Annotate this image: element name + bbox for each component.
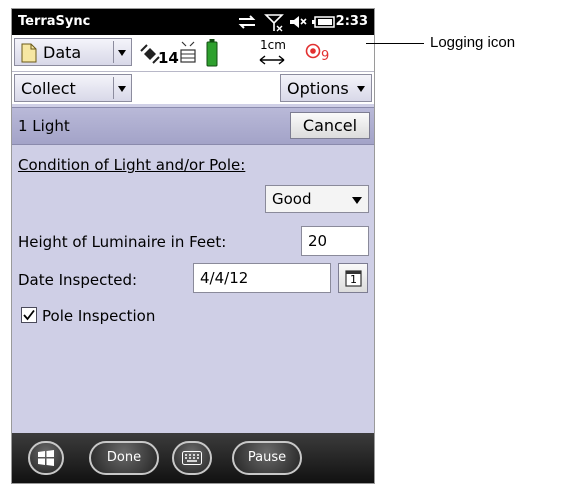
collect-label: Collect [21, 79, 76, 98]
form-header: 1 Light Cancel [12, 107, 374, 145]
options-button[interactable]: Options [280, 74, 372, 102]
calendar-day: 1 [350, 273, 357, 286]
windows-start-icon [38, 450, 54, 466]
keyboard-icon [182, 451, 202, 465]
condition-select[interactable]: Good [265, 185, 369, 213]
receiver-icon[interactable] [178, 40, 198, 66]
terrasync-screen: TerraSync 2:33 Data 14 1cm 9 Collect Opt… [11, 8, 375, 484]
bottom-bar: Done Pause [12, 433, 374, 483]
document-icon [21, 43, 37, 63]
done-button[interactable]: Done [89, 441, 159, 475]
height-value: 20 [308, 232, 328, 250]
accuracy-arrow-icon [259, 55, 285, 65]
date-input[interactable]: 4/4/12 [193, 263, 331, 293]
pole-inspection-label: Pole Inspection [42, 307, 156, 325]
calendar-button[interactable]: 1 [338, 263, 368, 293]
keyboard-button[interactable] [172, 441, 212, 475]
condition-label: Condition of Light and/or Pole: [18, 156, 246, 174]
logging-count: 9 [321, 49, 330, 64]
options-label: Options [287, 79, 349, 98]
feature-name: 1 Light [18, 117, 70, 135]
chevron-down-icon[interactable] [113, 41, 130, 63]
battery-level-icon[interactable] [206, 39, 218, 67]
collect-dropdown[interactable]: Collect [14, 74, 132, 102]
section-label: Data [43, 43, 82, 62]
date-label: Date Inspected: [18, 271, 138, 289]
callout-label: Logging icon [430, 34, 516, 51]
pole-inspection-checkbox[interactable] [21, 307, 37, 323]
date-value: 4/4/12 [200, 269, 249, 287]
sync-arrows-icon [238, 15, 256, 29]
status-bar: TerraSync 2:33 [12, 9, 374, 35]
pause-button[interactable]: Pause [232, 441, 302, 475]
speaker-muted-icon [290, 16, 307, 28]
toolbar: Data 14 1cm 9 [12, 35, 374, 72]
attribute-form: Condition of Light and/or Pole: Good Hei… [12, 145, 374, 433]
accuracy-value: 1cm [260, 38, 286, 52]
chevron-down-icon[interactable] [113, 77, 130, 99]
satellite-icon[interactable] [140, 44, 160, 64]
section-dropdown[interactable]: Data [14, 38, 132, 66]
chevron-down-icon [357, 86, 365, 92]
height-input[interactable]: 20 [301, 226, 369, 256]
battery-icon [312, 16, 335, 28]
chevron-down-icon [352, 197, 362, 204]
cancel-button[interactable]: Cancel [290, 112, 370, 139]
satellite-count: 14 [158, 49, 179, 67]
logging-icon[interactable] [305, 43, 321, 59]
checkmark-icon [23, 309, 35, 321]
no-signal-icon [264, 14, 284, 32]
condition-value: Good [272, 190, 312, 208]
collect-row: Collect Options [12, 72, 374, 104]
height-label: Height of Luminaire in Feet: [18, 233, 227, 251]
callout-line [366, 43, 424, 44]
windows-start-button[interactable] [28, 441, 64, 475]
clock: 2:33 [335, 14, 368, 29]
app-title: TerraSync [18, 14, 91, 29]
